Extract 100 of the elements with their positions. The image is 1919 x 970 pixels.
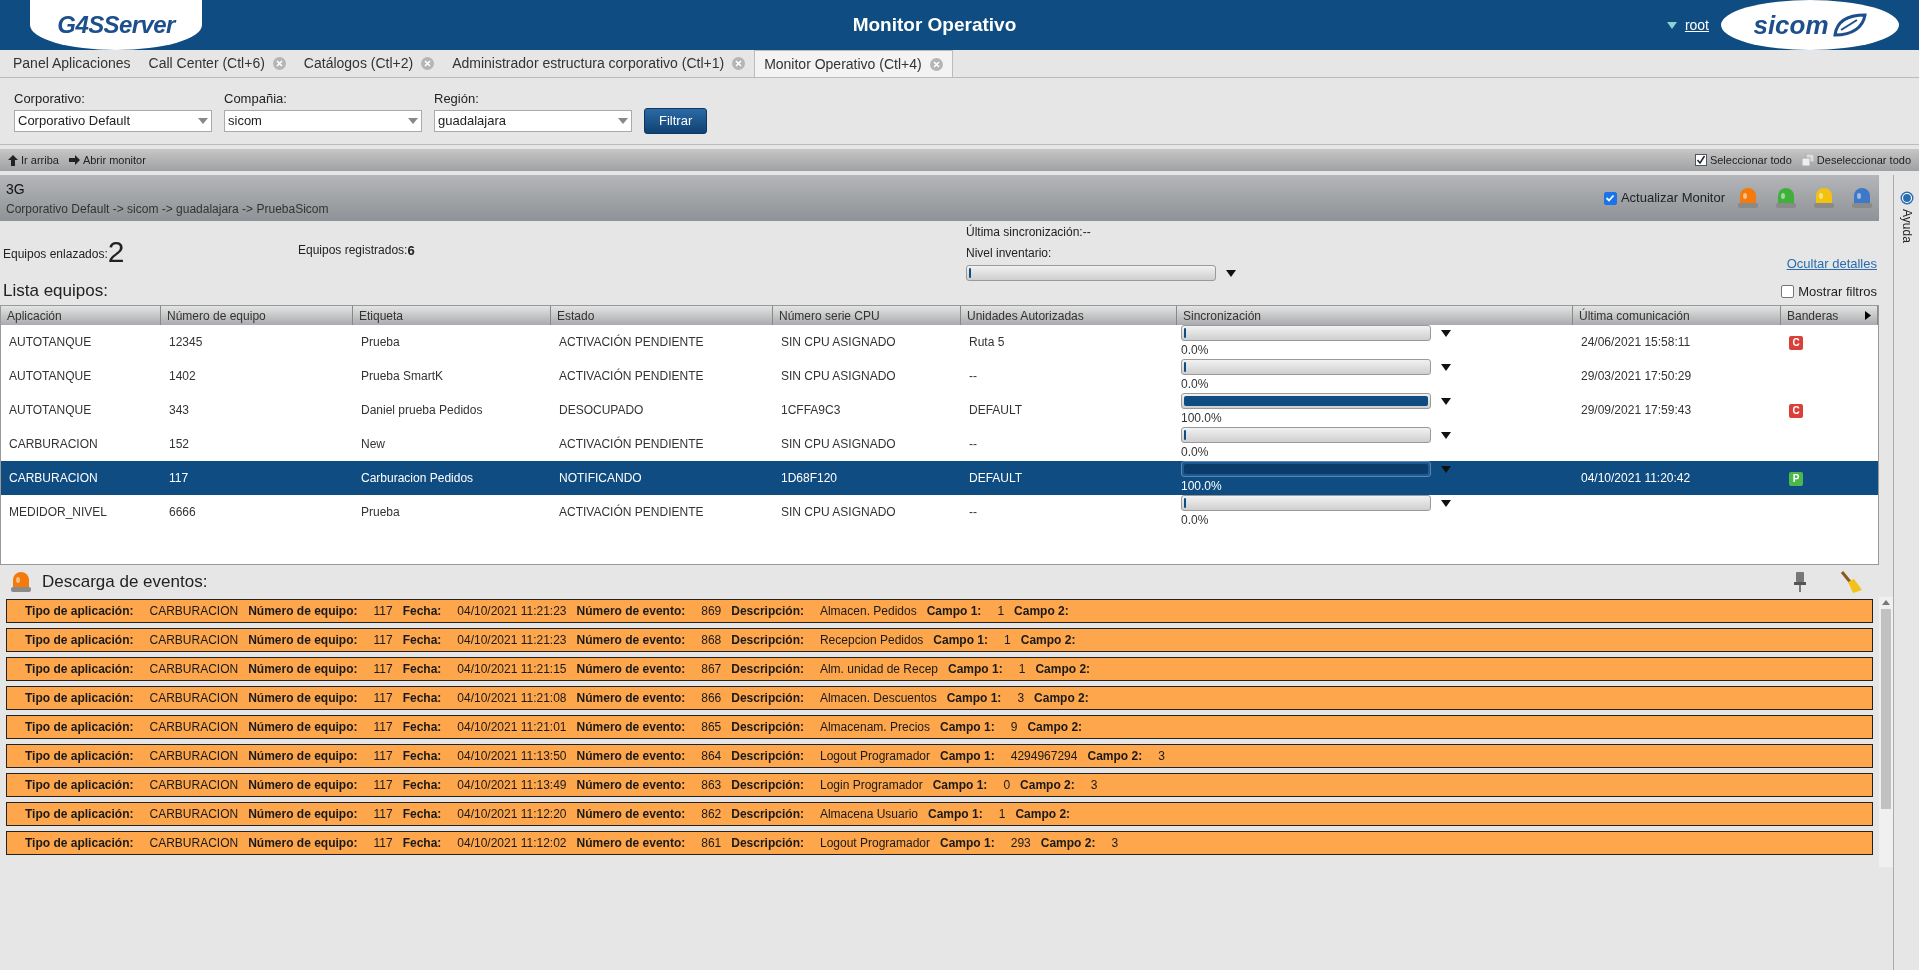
tab[interactable]: Call Center (Ctl+6) <box>139 50 295 77</box>
column-header[interactable]: Última comunicación <box>1573 306 1781 325</box>
caret-icon[interactable] <box>1441 397 1451 405</box>
beacon-icon[interactable] <box>1813 186 1835 210</box>
event-field-label: Fecha: <box>402 603 442 620</box>
event-field-value: 04/10/2021 11:21:01 <box>457 719 567 736</box>
event-field-label: Fecha: <box>402 690 442 707</box>
event-field-value: 867 <box>701 661 722 678</box>
event-field-label: Número de equipo: <box>248 748 358 765</box>
event-field-label: Fecha: <box>402 806 442 823</box>
event-field-label: Número de evento: <box>576 632 686 649</box>
select-field[interactable]: sicom <box>224 110 422 132</box>
stat-label: Equipos registrados: <box>298 242 408 259</box>
event-field-label: Número de equipo: <box>248 632 358 649</box>
event-field-value: 117 <box>373 777 393 794</box>
column-header[interactable]: Banderas <box>1781 306 1878 325</box>
select-field[interactable]: guadalajara <box>434 110 632 132</box>
toolbar-link[interactable]: Seleccionar todo <box>1709 151 1792 169</box>
caret-icon[interactable] <box>1226 269 1236 277</box>
arrow-right-icon[interactable] <box>68 155 80 165</box>
event-field-value: Login Programador <box>819 777 923 794</box>
table-cell: SIN CPU ASIGNADO <box>781 437 896 451</box>
table-row[interactable]: MEDIDOR_NIVEL 6666 Prueba ACTIVACIÓN PENDIENTE SIN CPU ASIGNADO -- 0.0% <box>1 495 1878 529</box>
event-field-label: Descripción: <box>731 835 804 852</box>
flag-badge: P <box>1789 471 1803 486</box>
user-link[interactable]: root <box>1684 14 1709 36</box>
filter-label: Corporativo: <box>14 89 86 108</box>
tab[interactable]: Administrador estructura corporativo (Ctl+1) <box>443 50 755 77</box>
event-field-label: Campo 2: <box>1087 748 1143 765</box>
table-cell: 152 <box>169 437 190 451</box>
table-row[interactable]: AUTOTANQUE 343 Daniel prueba Pedidos DESOCUPADO 1CFFA9C3 DEFAULT 100.0% 29/09/2021 17:59:43 C <box>1 393 1878 427</box>
event-field-label: Número de evento: <box>576 835 686 852</box>
help-icon[interactable] <box>1899 191 1914 205</box>
hide-details-link[interactable]: Ocultar detalles <box>1786 254 1877 274</box>
monitor-name: 3G <box>6 179 26 199</box>
table-cell: 343 <box>169 403 190 417</box>
arrow-up-icon[interactable] <box>8 154 18 166</box>
toolbar-link[interactable]: Ir arriba <box>21 151 59 169</box>
beacon-icon[interactable] <box>10 570 32 594</box>
table-cell: NOTIFICANDO <box>559 471 642 485</box>
table-row[interactable]: CARBURACION 152 New ACTIVACIÓN PENDIENTE SIN CPU ASIGNADO -- 0.0% <box>1 427 1878 461</box>
event-field-label: Campo 1: <box>926 603 982 620</box>
broom-icon[interactable] <box>1839 570 1863 594</box>
tab[interactable]: Panel Aplicaciones <box>4 50 140 77</box>
stat-label: Última sincronización: <box>966 223 1083 241</box>
table-cell: Prueba <box>361 335 400 349</box>
filter-button[interactable]: Filtrar <box>644 108 708 134</box>
event-field-value: Almacenam. Precios <box>819 719 930 736</box>
caret-icon[interactable] <box>1441 431 1451 439</box>
column-header[interactable]: Etiqueta <box>353 306 551 325</box>
company-logo: sicom <box>1721 0 1899 50</box>
column-header[interactable]: Unidades Autorizadas <box>961 306 1177 325</box>
event-field-label: Campo 2: <box>1014 603 1069 620</box>
select-field[interactable]: Corporativo Default <box>14 110 212 132</box>
table-cell: CARBURACION <box>9 437 98 451</box>
help-label[interactable]: Ayuda <box>1897 209 1916 243</box>
event-field-label: Fecha: <box>402 661 442 678</box>
event-field-value: 117 <box>373 661 393 678</box>
event-field-label: Número de equipo: <box>248 603 358 620</box>
pin-icon[interactable] <box>1793 571 1807 593</box>
table-cell: Prueba SmartK <box>361 369 444 383</box>
update-checkbox[interactable] <box>1603 191 1617 205</box>
event-field-value: 04/10/2021 11:21:08 <box>457 690 567 707</box>
column-header[interactable]: Aplicación <box>1 306 161 325</box>
column-header[interactable]: Número serie CPU <box>773 306 961 325</box>
event-field-value: 864 <box>701 748 722 765</box>
table-row[interactable]: CARBURACION 117 Carburacion Pedidos NOTIFICANDO 1D68F120 DEFAULT 100.0% 04/10/2021 11:20:42 P <box>1 461 1878 495</box>
table-row[interactable]: AUTOTANQUE 1402 Prueba SmartK ACTIVACIÓN PENDIENTE SIN CPU ASIGNADO -- 0.0% 29/03/2021 17:50:29 <box>1 359 1878 393</box>
table-row[interactable]: AUTOTANQUE 12345 Prueba ACTIVACIÓN PENDIENTE SIN CPU ASIGNADO Ruta 5 0.0% 24/06/2021 15:58:11 C <box>1 325 1878 359</box>
table-cell: 29/09/2021 17:59:43 <box>1581 403 1692 417</box>
table-cell: MEDIDOR_NIVEL <box>9 505 108 519</box>
column-header[interactable]: Número de equipo <box>161 306 353 325</box>
table-cell: Ruta 5 <box>969 335 1005 349</box>
checkbox-icon[interactable] <box>1694 154 1707 166</box>
event-field-value: CARBURACION <box>149 661 239 678</box>
caret-icon[interactable] <box>1441 363 1451 371</box>
arrow-right-icon[interactable] <box>1865 311 1871 320</box>
event-field-label: Campo 2: <box>1040 835 1096 852</box>
tab[interactable]: Catálogos (Ctl+2) <box>294 50 444 77</box>
table-cell: ACTIVACIÓN PENDIENTE <box>559 505 704 519</box>
sync-percent: 0.0% <box>1181 444 1210 461</box>
event-field-value: 3 <box>1090 777 1098 794</box>
event-field-value: 117 <box>373 603 393 620</box>
toolbar-link[interactable]: Deseleccionar todo <box>1816 151 1911 169</box>
column-header[interactable]: Estado <box>551 306 773 325</box>
stat-value: 2 <box>107 235 125 269</box>
toolbar-link[interactable]: Abrir monitor <box>82 151 146 169</box>
event-field-value: 117 <box>373 719 393 736</box>
event-field-value: CARBURACION <box>149 806 239 823</box>
tab[interactable]: Monitor Operativo (Ctl+4) <box>754 50 953 77</box>
event-field-value: Almacena Usuario <box>819 806 918 823</box>
table-cell: 6666 <box>169 505 196 519</box>
caret-icon[interactable] <box>1441 499 1451 507</box>
filters-checkbox[interactable] <box>1781 284 1795 298</box>
event-field-label: Número de evento: <box>576 603 686 620</box>
caret-icon[interactable] <box>1441 329 1451 337</box>
sync-percent: 100.0% <box>1181 410 1223 427</box>
scrollbar[interactable] <box>1879 597 1893 867</box>
event-field-value: 869 <box>701 603 722 620</box>
event-field-label: Tipo de aplicación: <box>25 690 134 707</box>
